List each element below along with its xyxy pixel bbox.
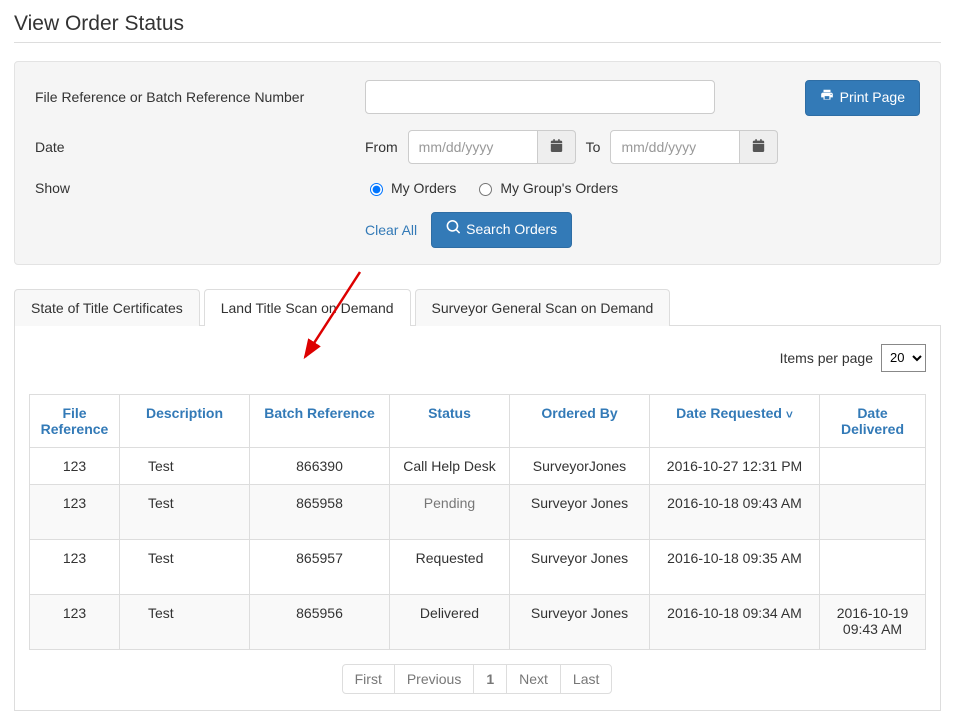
pager: First Previous 1 Next Last — [29, 664, 926, 694]
cell-date-req: 2016-10-18 09:34 AM — [650, 594, 820, 649]
col-description[interactable]: Description — [120, 394, 250, 447]
table-row: 123 Test 865956 Delivered Surveyor Jones… — [30, 594, 926, 649]
cell-desc: Test — [120, 447, 250, 484]
cell-desc: Test — [120, 539, 250, 594]
orders-table: File Reference Description Batch Referen… — [29, 394, 926, 650]
cell-date-del: 2016-10-19 09:43 AM — [820, 594, 926, 649]
tab-state-of-title[interactable]: State of Title Certificates — [14, 289, 200, 326]
cell-status: Pending — [390, 484, 510, 539]
page-title: View Order Status — [14, 12, 941, 36]
items-per-page-label: Items per page — [780, 350, 873, 366]
date-from-input[interactable] — [408, 130, 538, 164]
cell-date-req: 2016-10-18 09:43 AM — [650, 484, 820, 539]
col-date-delivered[interactable]: Date Delivered — [820, 394, 926, 447]
calendar-icon — [752, 139, 765, 155]
pager-next[interactable]: Next — [506, 664, 561, 694]
cell-file-ref: 123 — [30, 594, 120, 649]
col-batch-reference[interactable]: Batch Reference — [250, 394, 390, 447]
radio-group-orders-input[interactable] — [479, 183, 492, 196]
date-from-group — [408, 130, 576, 164]
cell-status: Requested — [390, 539, 510, 594]
date-from-picker-button[interactable] — [538, 130, 576, 164]
cell-date-req: 2016-10-18 09:35 AM — [650, 539, 820, 594]
cell-file-ref: 123 — [30, 447, 120, 484]
print-page-button[interactable]: Print Page — [805, 80, 920, 116]
cell-status: Call Help Desk — [390, 447, 510, 484]
pager-current-page[interactable]: 1 — [473, 664, 507, 694]
radio-group-orders-label: My Group's Orders — [500, 180, 618, 196]
title-rule — [14, 42, 941, 43]
date-to-picker-button[interactable] — [740, 130, 778, 164]
cell-desc: Test — [120, 484, 250, 539]
cell-date-del — [820, 539, 926, 594]
tab-surveyor-general-scan[interactable]: Surveyor General Scan on Demand — [415, 289, 671, 326]
table-row: 123 Test 865958 Pending Surveyor Jones 2… — [30, 484, 926, 539]
cell-ordered-by: Surveyor Jones — [510, 539, 650, 594]
search-orders-button[interactable]: Search Orders — [431, 212, 572, 248]
print-icon — [820, 88, 834, 108]
to-label: To — [586, 139, 601, 155]
col-date-requested-label: Date Requested — [676, 405, 782, 421]
table-row: 123 Test 865957 Requested Surveyor Jones… — [30, 539, 926, 594]
col-file-reference[interactable]: File Reference — [30, 394, 120, 447]
pager-first[interactable]: First — [342, 664, 395, 694]
col-date-requested[interactable]: Date Requested ˅ — [650, 394, 820, 447]
cell-ordered-by: SurveyorJones — [510, 447, 650, 484]
cell-batch: 865958 — [250, 484, 390, 539]
filter-panel: Print Page File Reference or Batch Refer… — [14, 61, 941, 265]
table-row: 123 Test 866390 Call Help Desk SurveyorJ… — [30, 447, 926, 484]
cell-date-del — [820, 447, 926, 484]
radio-my-orders-label: My Orders — [391, 180, 456, 196]
cell-batch: 866390 — [250, 447, 390, 484]
file-ref-input[interactable] — [365, 80, 715, 114]
radio-my-orders[interactable]: My Orders — [365, 180, 456, 196]
radio-my-orders-input[interactable] — [370, 183, 383, 196]
date-label: Date — [35, 139, 365, 155]
date-to-group — [610, 130, 778, 164]
cell-desc: Test — [120, 594, 250, 649]
cell-date-req: 2016-10-27 12:31 PM — [650, 447, 820, 484]
search-icon — [446, 220, 460, 240]
cell-batch: 865956 — [250, 594, 390, 649]
col-status[interactable]: Status — [390, 394, 510, 447]
pager-last[interactable]: Last — [560, 664, 612, 694]
pager-prev[interactable]: Previous — [394, 664, 474, 694]
items-per-page-select[interactable]: 20 — [881, 344, 926, 372]
date-to-input[interactable] — [610, 130, 740, 164]
sort-desc-icon: ˅ — [786, 407, 793, 421]
print-page-label: Print Page — [840, 88, 905, 108]
cell-ordered-by: Surveyor Jones — [510, 594, 650, 649]
cell-batch: 865957 — [250, 539, 390, 594]
file-ref-label: File Reference or Batch Reference Number — [35, 89, 365, 105]
tab-panel: Items per page 20 File Reference Descrip… — [14, 326, 941, 711]
col-ordered-by[interactable]: Ordered By — [510, 394, 650, 447]
tabs: State of Title Certificates Land Title S… — [14, 289, 941, 326]
tab-land-title-scan[interactable]: Land Title Scan on Demand — [204, 289, 411, 326]
from-label: From — [365, 139, 398, 155]
radio-group-orders[interactable]: My Group's Orders — [474, 180, 618, 196]
cell-file-ref: 123 — [30, 484, 120, 539]
search-orders-label: Search Orders — [466, 220, 557, 240]
cell-date-del — [820, 484, 926, 539]
cell-status: Delivered — [390, 594, 510, 649]
clear-all-link[interactable]: Clear All — [365, 222, 417, 238]
cell-ordered-by: Surveyor Jones — [510, 484, 650, 539]
cell-file-ref: 123 — [30, 539, 120, 594]
show-label: Show — [35, 180, 365, 196]
calendar-icon — [550, 139, 563, 155]
